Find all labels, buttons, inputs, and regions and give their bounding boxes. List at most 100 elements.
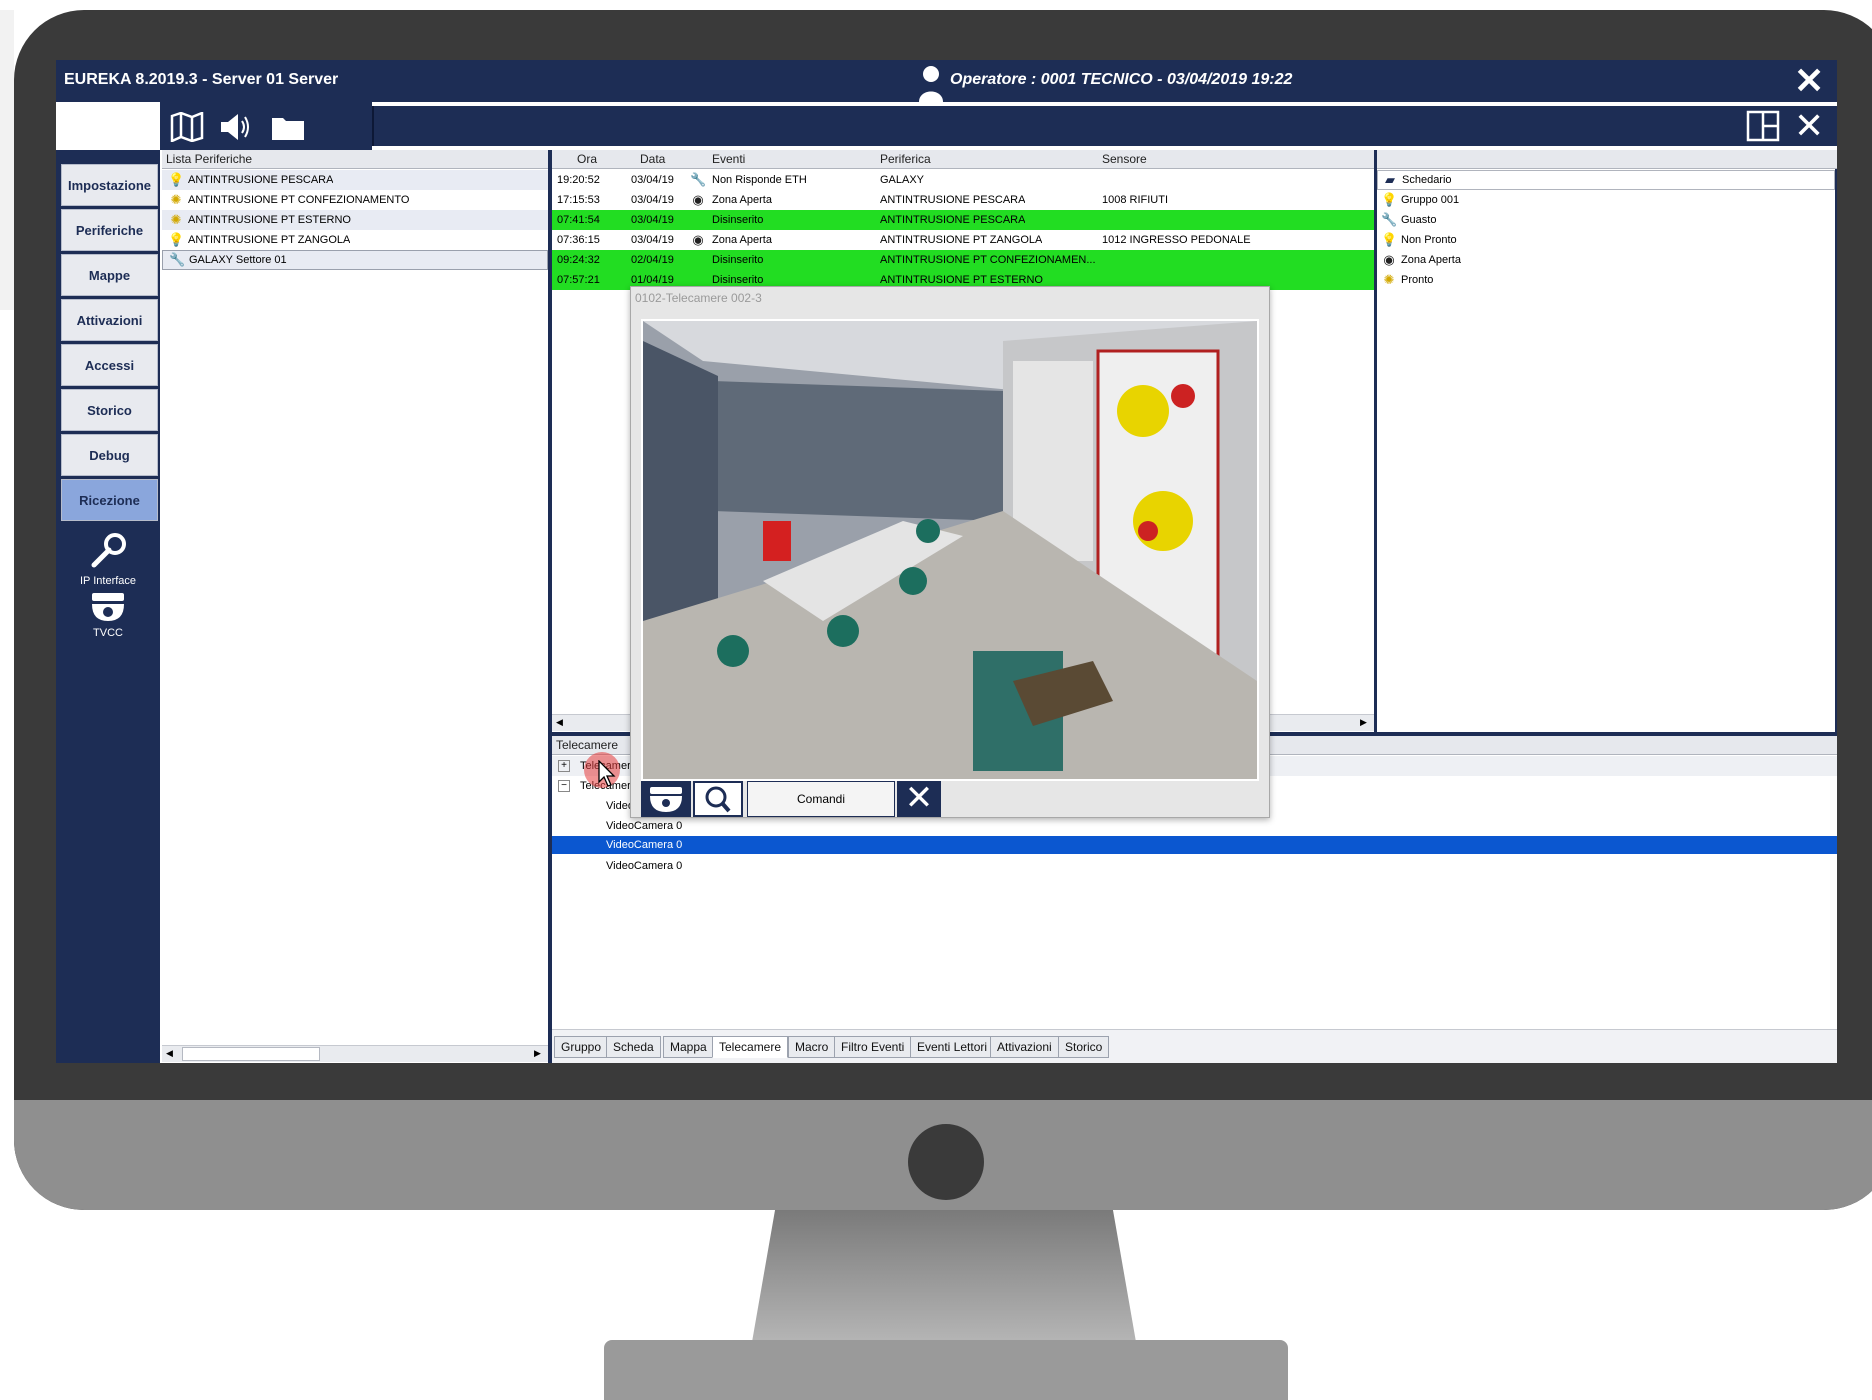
tree-item[interactable]: VideoCamera 0 <box>552 856 1837 876</box>
toolbar-icons <box>160 102 372 150</box>
tab-mappa[interactable]: Mappa <box>663 1036 714 1058</box>
expand-icon[interactable]: + <box>558 760 570 772</box>
tab-storico[interactable]: Storico <box>1058 1036 1110 1058</box>
column-header[interactable]: Data <box>640 150 665 168</box>
lamp-off-icon: 💡 <box>168 172 185 187</box>
operator-info: Operatore : 0001 TECNICO - 03/04/2019 19… <box>950 71 1293 88</box>
close-panel-icon[interactable]: ✕ <box>1794 106 1824 146</box>
folder-icon[interactable] <box>270 112 306 147</box>
table-row[interactable]: 09:24:32 02/04/19 Disinserito ANTINTRUSI… <box>552 250 1374 270</box>
list-item[interactable]: ✺ Pronto <box>1377 270 1835 290</box>
sidebar-tool-label: IP Interface <box>79 575 137 587</box>
list-item[interactable]: 🔧 GALAXY Settore 01 <box>162 250 548 270</box>
list-item[interactable]: 💡 Gruppo 001 <box>1377 190 1835 210</box>
zone-open-icon: ◉ <box>692 232 704 247</box>
cursor-icon <box>598 759 618 793</box>
list-item[interactable]: ✺ ANTINTRUSIONE PT CONFEZIONAMENTO <box>162 190 548 210</box>
list-item[interactable]: ▰ Schedario <box>1377 170 1835 190</box>
sidebar-item-impostazione[interactable]: Impostazione <box>61 164 158 206</box>
close-icon[interactable]: ✕ <box>897 781 941 817</box>
monitor-stand-base <box>604 1340 1288 1400</box>
zone-open-icon: ◉ <box>692 192 704 207</box>
sidebar-item-attivazioni[interactable]: Attivazioni <box>61 299 158 341</box>
wrench-icon: 🔧 <box>169 252 186 267</box>
events-header: Ora Data Eventi Periferica Sensore <box>552 150 1374 169</box>
tab-attivazioni[interactable]: Attivazioni <box>990 1036 1059 1058</box>
sidebar-tool-ip-interface[interactable]: IP Interface <box>56 532 160 587</box>
peripherals-scrollbar[interactable]: ◀ ▶ <box>162 1045 548 1062</box>
lamp-on-icon: ✺ <box>170 192 182 207</box>
camera-video-feed <box>641 319 1259 781</box>
map-icon[interactable] <box>170 111 204 147</box>
zone-open-icon: ◉ <box>1383 252 1395 267</box>
camera-popup: 0102-Telecamere 002-3 Comandi ✕ <box>630 286 1270 818</box>
popup-title: 0102-Telecamere 002-3 <box>635 291 762 305</box>
table-row[interactable]: 19:20:52 03/04/19 🔧 Non Risponde ETH GAL… <box>552 170 1374 190</box>
tree-item-selected[interactable]: VideoCamera 0 <box>552 836 1837 854</box>
zoom-icon[interactable] <box>693 781 743 817</box>
table-row[interactable]: 07:41:54 03/04/19 Disinserito ANTINTRUSI… <box>552 210 1374 230</box>
camera-dome-icon <box>56 590 160 627</box>
page-background <box>0 10 14 310</box>
sidebar: Impostazione Periferiche Mappe Attivazio… <box>56 150 160 1063</box>
column-header[interactable]: Sensore <box>1102 150 1147 168</box>
layout-icon[interactable] <box>1746 110 1780 147</box>
table-row[interactable]: 17:15:53 03/04/19 ◉ Zona Aperta ANTINTRU… <box>552 190 1374 210</box>
wrench-icon <box>56 532 160 575</box>
lamp-on-icon: ✺ <box>1383 272 1395 287</box>
lamp-off-icon: 💡 <box>1381 232 1398 247</box>
list-item[interactable]: 💡 ANTINTRUSIONE PT ZANGOLA <box>162 230 548 250</box>
tab-macro[interactable]: Macro <box>788 1036 836 1058</box>
tab-gruppo[interactable]: Gruppo <box>554 1036 609 1058</box>
list-item[interactable]: 💡 Non Pronto <box>1377 230 1835 250</box>
collapse-icon[interactable]: − <box>558 780 570 792</box>
legend-header <box>1377 150 1837 169</box>
wrench-icon: 🔧 <box>1381 212 1398 227</box>
lamp-on-icon: ✺ <box>170 212 182 227</box>
list-item[interactable]: 💡 ANTINTRUSIONE PESCARA <box>162 170 548 190</box>
speaker-icon[interactable] <box>218 112 252 147</box>
tree-item[interactable]: VideoCamera 0 <box>552 816 1837 836</box>
monitor-logo <box>908 1124 984 1200</box>
sidebar-tool-tvcc[interactable]: TVCC <box>56 590 160 639</box>
sidebar-item-debug[interactable]: Debug <box>61 434 158 476</box>
sidebar-item-mappe[interactable]: Mappe <box>61 254 158 296</box>
column-header[interactable]: Periferica <box>880 150 931 168</box>
sidebar-item-periferiche[interactable]: Periferiche <box>61 209 158 251</box>
scroll-left-icon[interactable]: ◀ <box>166 1048 173 1059</box>
close-icon[interactable]: ✕ <box>1794 63 1824 99</box>
app-screen: EUREKA 8.2019.3 - Server 01 Server Opera… <box>56 60 1837 1063</box>
toolbar-area <box>372 106 1784 146</box>
sidebar-tool-label: TVCC <box>93 627 123 639</box>
tab-scheda[interactable]: Scheda <box>606 1036 661 1058</box>
scroll-thumb[interactable] <box>182 1047 320 1061</box>
list-item[interactable]: ◉ Zona Aperta <box>1377 250 1835 270</box>
operator-icon <box>918 64 944 102</box>
scroll-right-icon[interactable]: ▶ <box>534 1048 541 1059</box>
sidebar-item-ricezione[interactable]: Ricezione <box>61 479 158 521</box>
list-item[interactable]: 🔧 Guasto <box>1377 210 1835 230</box>
tab-telecamere[interactable]: Telecamere <box>712 1036 789 1058</box>
legend-panel: ▰ Schedario 💡 Gruppo 001 🔧 Guasto 💡 Non … <box>1377 150 1837 732</box>
lamp-off-icon: 💡 <box>168 232 185 247</box>
commands-button[interactable]: Comandi <box>747 781 895 817</box>
bottom-tabs: Gruppo Scheda Mappa Telecamere Macro Fil… <box>552 1029 1837 1063</box>
list-item[interactable]: ✺ ANTINTRUSIONE PT ESTERNO <box>162 210 548 230</box>
monitor-stand-neck <box>752 1210 1136 1342</box>
camera-dome-icon[interactable] <box>641 781 691 817</box>
folder-icon: ▰ <box>1385 172 1395 187</box>
table-row[interactable]: 07:36:15 03/04/19 ◉ Zona Aperta ANTINTRU… <box>552 230 1374 250</box>
peripherals-header: Lista Periferiche <box>162 150 552 169</box>
scroll-right-icon[interactable]: ▶ <box>1360 717 1367 728</box>
column-header[interactable]: Ora <box>577 150 597 168</box>
tab-filtro-eventi[interactable]: Filtro Eventi <box>834 1036 912 1058</box>
wrench-icon: 🔧 <box>690 172 707 187</box>
tab-eventi-lettori[interactable]: Eventi Lettori <box>910 1036 995 1058</box>
column-header[interactable]: Eventi <box>712 150 745 168</box>
lamp-off-icon: 💡 <box>1381 192 1398 207</box>
peripherals-panel: Lista Periferiche 💡 ANTINTRUSIONE PESCAR… <box>162 150 552 1063</box>
scroll-left-icon[interactable]: ◀ <box>556 717 563 728</box>
sidebar-item-accessi[interactable]: Accessi <box>61 344 158 386</box>
app-title: EUREKA 8.2019.3 - Server 01 Server <box>64 71 339 88</box>
sidebar-item-storico[interactable]: Storico <box>61 389 158 431</box>
